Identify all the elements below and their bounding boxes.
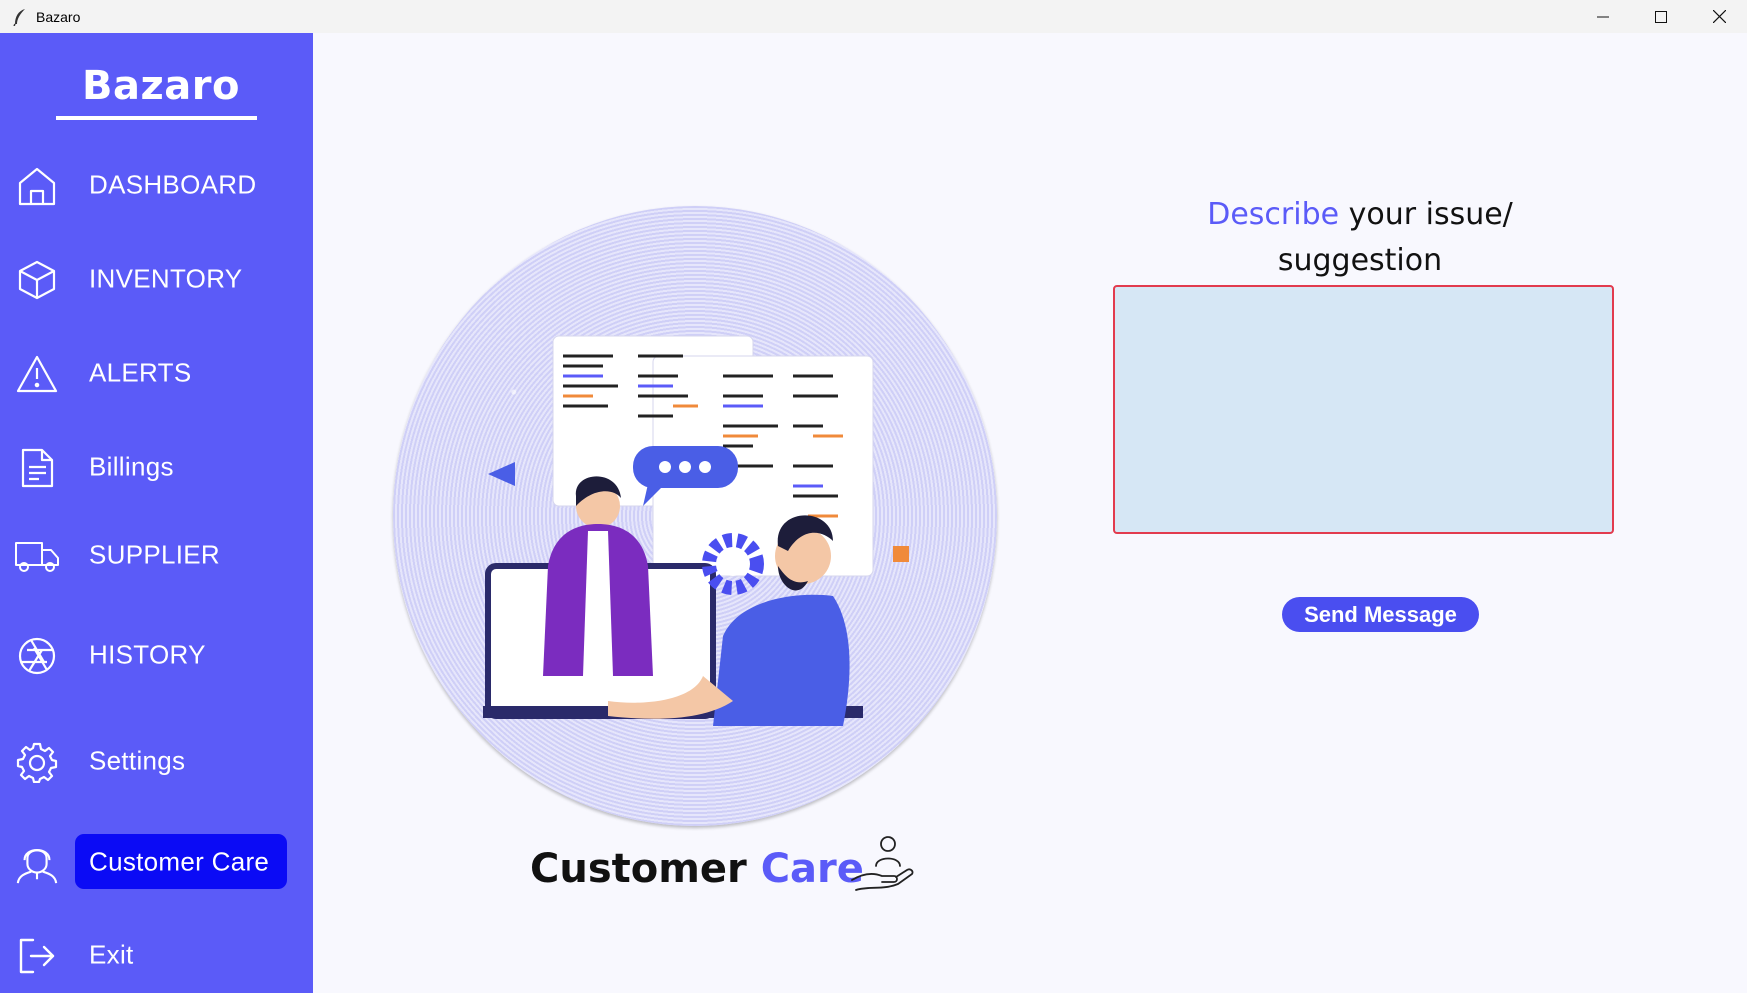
sidebar-item-label: Settings	[89, 745, 186, 776]
caption-text: Customer	[530, 846, 761, 892]
sidebar-item-history[interactable]: HISTORY	[0, 628, 313, 682]
prompt-accent: Describe	[1207, 197, 1340, 232]
sidebar-item-label: Billings	[89, 451, 174, 482]
home-icon	[14, 165, 60, 207]
prompt-text-line2: suggestion	[1277, 243, 1443, 278]
sidebar-item-billings[interactable]: Billings	[0, 440, 313, 494]
sidebar-item-settings[interactable]: Settings	[0, 734, 313, 788]
aperture-icon	[14, 635, 60, 677]
gear-icon	[14, 741, 60, 783]
sidebar-item-exit[interactable]: Exit	[0, 928, 313, 982]
send-message-button[interactable]: Send Message	[1282, 597, 1479, 632]
customer-care-illustration	[393, 206, 997, 826]
logout-icon	[14, 935, 60, 977]
truck-icon	[14, 535, 60, 577]
sidebar-item-label: Customer Care	[89, 846, 270, 877]
close-icon	[1712, 10, 1726, 23]
minimize-icon	[1597, 16, 1609, 17]
feather-icon	[13, 8, 25, 26]
window-titlebar: Bazaro	[0, 0, 1747, 33]
sidebar-item-label: ALERTS	[89, 357, 192, 388]
prompt-text: your issue/	[1339, 197, 1513, 232]
sidebar-item-dashboard[interactable]: DASHBOARD	[0, 158, 313, 212]
maximize-button[interactable]	[1632, 0, 1690, 33]
sidebar-item-label: DASHBOARD	[89, 169, 257, 200]
brand-underline	[56, 116, 257, 120]
sidebar: Bazaro DASHBOARD INVENTORY ALERTS Billin…	[0, 33, 313, 993]
cube-icon	[14, 259, 60, 301]
sidebar-item-alerts[interactable]: ALERTS	[0, 346, 313, 400]
window-title: Bazaro	[36, 8, 81, 25]
sidebar-item-customer-care[interactable]: Customer Care	[0, 832, 313, 892]
sidebar-item-label: INVENTORY	[89, 263, 243, 294]
maximize-icon	[1655, 10, 1667, 23]
document-icon	[14, 447, 60, 489]
close-button[interactable]	[1690, 0, 1747, 33]
warning-icon	[14, 353, 60, 395]
sidebar-item-inventory[interactable]: INVENTORY	[0, 252, 313, 306]
sidebar-item-label: HISTORY	[89, 639, 206, 670]
brand-logo: Bazaro	[82, 63, 240, 109]
support-agent-icon	[14, 841, 60, 884]
sidebar-item-supplier[interactable]: SUPPLIER	[0, 528, 313, 582]
minimize-button[interactable]	[1574, 0, 1632, 33]
sidebar-item-label: SUPPLIER	[89, 539, 221, 570]
message-textarea[interactable]	[1113, 285, 1614, 534]
customer-care-caption: Customer Care	[530, 846, 864, 892]
prompt-heading: Describe your issue/ suggestion	[1110, 192, 1610, 284]
hand-support-icon	[851, 836, 914, 891]
sidebar-item-label: Exit	[89, 939, 134, 970]
